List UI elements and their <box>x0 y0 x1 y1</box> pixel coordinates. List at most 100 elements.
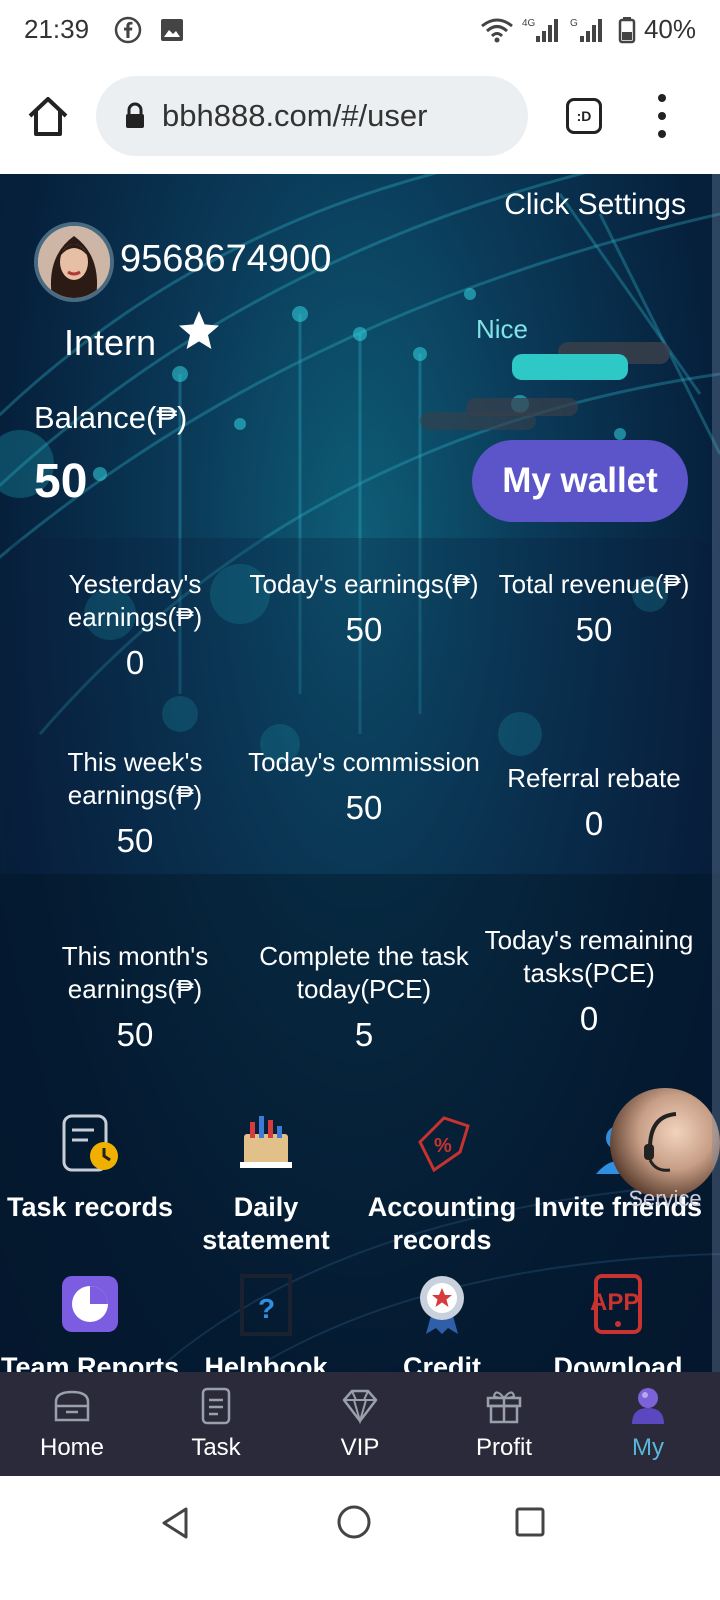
stat-yesterday-earnings: Yesterday's earnings(₱) 0 <box>15 568 255 682</box>
stat-label: Today's commission <box>248 747 480 777</box>
menu-label: Task records <box>6 1192 174 1222</box>
nav-label: My <box>632 1434 664 1461</box>
stat-total-revenue: Total revenue(₱) 50 <box>474 568 714 649</box>
task-icon <box>201 1387 231 1425</box>
nav-vip[interactable]: VIP <box>288 1372 432 1476</box>
download-app-icon: APP <box>590 1274 642 1334</box>
battery-icon <box>618 16 636 43</box>
nav-task[interactable]: Task <box>144 1372 288 1476</box>
svg-text:%: % <box>434 1135 452 1157</box>
stat-today-commission: Today's commission 50 <box>244 746 484 827</box>
stat-value: 0 <box>584 805 604 842</box>
stat-value: 50 <box>345 611 383 648</box>
stat-tasks-completed-today: Complete the task today(PCE) 5 <box>244 940 484 1054</box>
avatar-image <box>38 226 110 298</box>
member-level: Intern <box>64 322 157 363</box>
stat-month-earnings: This month's earnings(₱) 50 <box>15 940 255 1054</box>
stat-label: This month's earnings(₱) <box>61 941 209 1004</box>
nav-label: Home <box>39 1434 105 1461</box>
click-settings-link[interactable]: Click Settings <box>504 188 686 222</box>
menu-daily-statement[interactable]: Daily statement <box>176 1112 356 1257</box>
diamond-icon <box>342 1389 378 1425</box>
nav-home[interactable]: Home <box>0 1372 144 1476</box>
browser-toolbar: bbh888.com/#/user :D <box>0 64 720 174</box>
signal-g-icon: G <box>570 18 602 42</box>
home-circle-icon[interactable] <box>336 1504 372 1540</box>
svg-text:G: G <box>570 18 578 29</box>
stat-label: Complete the task today(PCE) <box>259 941 469 1004</box>
nice-label: Nice <box>476 314 529 344</box>
browser-home-icon[interactable] <box>26 94 70 138</box>
stat-label: Total revenue(₱) <box>498 569 690 599</box>
stat-label: Yesterday's earnings(₱) <box>67 569 203 632</box>
back-icon[interactable] <box>160 1506 190 1540</box>
menu-helpbook[interactable]: ? Helpbook <box>176 1272 356 1384</box>
nav-profit[interactable]: Profit <box>432 1372 576 1476</box>
nav-label: Task <box>191 1434 241 1461</box>
image-icon <box>161 19 183 41</box>
stat-value: 50 <box>116 822 154 859</box>
svg-text:APP: APP <box>590 1289 639 1316</box>
customer-service-button[interactable]: Service <box>610 1088 720 1211</box>
nav-my[interactable]: My <box>576 1372 720 1476</box>
balance-label: Balance(₱) <box>34 400 188 435</box>
accounting-records-icon: % <box>418 1116 470 1173</box>
stat-value: 50 <box>575 611 613 648</box>
profile-page: Click Settings 9568674900 Intern Nice Ba… <box>0 174 720 1406</box>
browser-menu-icon[interactable] <box>654 94 670 138</box>
menu-accounting-records[interactable]: % Accounting records <box>352 1112 532 1257</box>
my-wallet-button[interactable]: My wallet <box>472 440 688 522</box>
status-bar: 21:39 4G G 40% <box>0 0 720 64</box>
stat-label: Referral rebate <box>507 763 681 793</box>
star-icon <box>179 311 219 349</box>
lock-icon <box>126 102 144 128</box>
stat-label: Today's earnings(₱) <box>249 569 479 599</box>
stat-remaining-tasks: Today's remaining tasks(PCE) 0 <box>474 924 704 1038</box>
task-records-icon <box>62 1114 118 1172</box>
user-icon <box>632 1388 664 1424</box>
status-time: 21:39 <box>24 14 90 44</box>
home-icon <box>54 1390 90 1422</box>
stat-week-earnings: This week's earnings(₱) 50 <box>15 746 255 860</box>
battery-percent: 40% <box>643 14 696 44</box>
svg-text:?: ? <box>258 1293 275 1324</box>
service-agent-photo <box>610 1088 720 1198</box>
helpbook-icon: ? <box>240 1274 292 1336</box>
bottom-navigation: Home Task VIP Profit My <box>0 1372 720 1476</box>
stat-value: 0 <box>125 644 145 681</box>
url-text: bbh888.com/#/user <box>162 98 428 133</box>
credit-centres-icon <box>420 1276 464 1334</box>
stat-label: This week's earnings(₱) <box>67 747 203 810</box>
stat-referral-rebate: Referral rebate 0 <box>474 762 714 843</box>
system-navigation-bar <box>0 1476 720 1600</box>
stat-value: 5 <box>354 1016 374 1053</box>
svg-text:4G: 4G <box>522 18 536 29</box>
signal-4g-icon: 4G <box>522 18 558 42</box>
menu-team-reports[interactable]: Team Reports <box>0 1272 180 1384</box>
menu-label: Daily statement <box>202 1192 330 1255</box>
stat-value: 50 <box>345 789 383 826</box>
gift-icon <box>486 1391 522 1424</box>
address-bar[interactable]: bbh888.com/#/user <box>96 76 528 156</box>
menu-task-records[interactable]: Task records <box>0 1112 180 1224</box>
menu-download[interactable]: APP Download <box>528 1272 708 1384</box>
username: 9568674900 <box>120 238 332 280</box>
service-label: Service <box>628 1186 702 1211</box>
stat-label: Today's remaining tasks(PCE) <box>484 925 694 988</box>
nav-label: Profit <box>475 1434 532 1461</box>
balance-value: 50 <box>34 455 88 508</box>
stat-value: 50 <box>116 1016 154 1053</box>
nav-label: VIP <box>340 1434 380 1461</box>
decorative-bars <box>420 342 670 430</box>
stat-today-earnings: Today's earnings(₱) 50 <box>244 568 484 649</box>
avatar[interactable] <box>34 222 114 302</box>
menu-label: Accounting records <box>367 1192 517 1255</box>
recents-icon[interactable] <box>514 1506 546 1538</box>
headset-icon <box>644 1112 677 1172</box>
daily-statement-icon <box>240 1116 292 1168</box>
team-reports-icon <box>62 1276 118 1332</box>
facebook-icon <box>114 16 142 44</box>
tab-switcher-button[interactable]: :D <box>566 98 602 134</box>
wifi-icon <box>481 18 513 42</box>
stat-value: 0 <box>579 1000 599 1037</box>
